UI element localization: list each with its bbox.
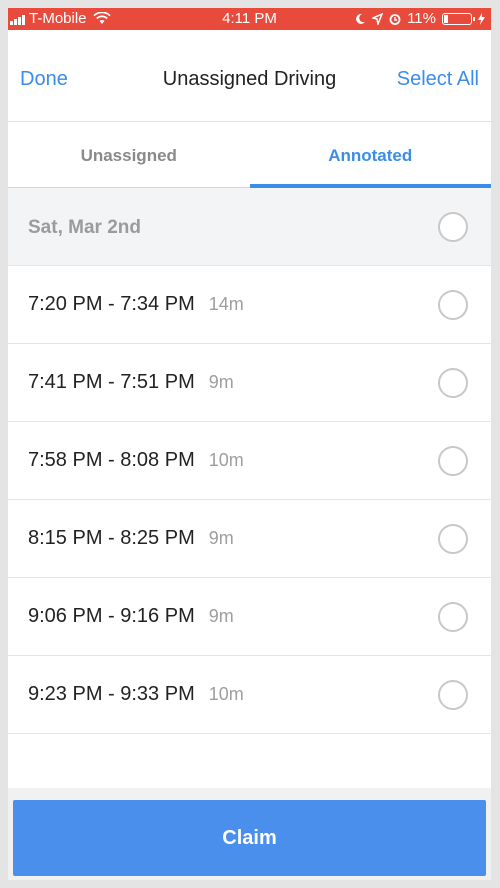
trip-select-radio[interactable] xyxy=(438,368,468,398)
trip-duration: 10m xyxy=(208,450,244,470)
trip-time-range: 9:23 PM - 9:33 PM 10m xyxy=(28,683,244,705)
trip-duration: 9m xyxy=(208,606,234,626)
trip-select-radio[interactable] xyxy=(438,602,468,632)
status-bar-right: 11% xyxy=(355,10,485,27)
trip-time-range: 7:58 PM - 8:08 PM 10m xyxy=(28,449,244,471)
trip-select-radio[interactable] xyxy=(438,524,468,554)
trip-select-radio[interactable] xyxy=(438,446,468,476)
trip-duration: 14m xyxy=(208,294,244,314)
trip-time-range: 9:06 PM - 9:16 PM 9m xyxy=(28,605,234,627)
charging-icon xyxy=(478,12,485,25)
trip-row[interactable]: 7:58 PM - 8:08 PM 10m xyxy=(8,422,491,500)
trip-row[interactable]: 7:20 PM - 7:34 PM 14m xyxy=(8,266,491,344)
select-all-day-radio[interactable] xyxy=(438,212,468,242)
navigation-bar: Done Unassigned Driving Select All xyxy=(8,30,491,122)
trip-time-range: 7:41 PM - 7:51 PM 9m xyxy=(28,371,234,393)
trip-list: Sat, Mar 2nd 7:20 PM - 7:34 PM 14m 7:41 P… xyxy=(8,188,491,734)
status-bar: T-Mobile 4:11 PM 11% xyxy=(8,8,491,30)
trip-row[interactable]: 9:23 PM - 9:33 PM 10m xyxy=(8,656,491,734)
date-section-header[interactable]: Sat, Mar 2nd xyxy=(8,188,491,266)
moon-icon xyxy=(356,13,366,24)
trip-time-range: 7:20 PM - 7:34 PM 14m xyxy=(28,293,244,315)
section-date-label: Sat, Mar 2nd xyxy=(28,217,141,238)
trip-duration: 9m xyxy=(208,528,234,548)
location-icon xyxy=(372,12,384,25)
claim-button[interactable]: Claim xyxy=(13,800,486,876)
trip-select-radio[interactable] xyxy=(438,680,468,710)
select-all-button[interactable]: Select All xyxy=(397,68,479,91)
trip-duration: 10m xyxy=(208,684,244,704)
alarm-icon xyxy=(389,13,401,25)
trip-time-range: 8:15 PM - 8:25 PM 9m xyxy=(28,527,234,549)
trip-row[interactable]: 9:06 PM - 9:16 PM 9m xyxy=(8,578,491,656)
phone-screen: T-Mobile 4:11 PM 11% Done Unassigned Dri… xyxy=(8,8,491,880)
tab-unassigned[interactable]: Unassigned xyxy=(8,122,250,187)
trip-row[interactable]: 8:15 PM - 8:25 PM 9m xyxy=(8,500,491,578)
battery-percent: 11% xyxy=(407,10,436,27)
battery-icon xyxy=(442,12,475,25)
trip-select-radio[interactable] xyxy=(438,290,468,320)
trip-duration: 9m xyxy=(208,372,234,392)
tab-annotated[interactable]: Annotated xyxy=(249,122,492,188)
segment-tabs: Unassigned Annotated xyxy=(8,122,491,188)
claim-footer: Claim xyxy=(8,788,491,880)
trip-row[interactable]: 7:41 PM - 7:51 PM 9m xyxy=(8,344,491,422)
